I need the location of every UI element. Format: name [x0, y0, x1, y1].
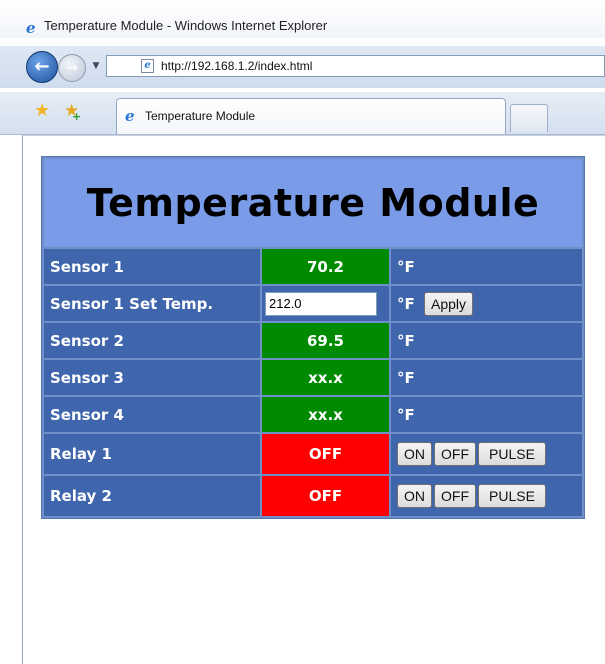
relay-2-off-button[interactable]: OFF — [434, 484, 476, 508]
window-titlebar: e Temperature Module - Windows Internet … — [0, 0, 605, 38]
set-temp-controls: °F Apply — [391, 286, 582, 321]
sensor-4-value: xx.x — [262, 397, 389, 432]
relay-2-controls: ON OFF PULSE — [391, 476, 582, 516]
address-url[interactable]: http://192.168.1.2/index.html — [161, 59, 312, 73]
back-arrow-icon[interactable]: ← — [26, 51, 58, 83]
sensor-1-set-row: Sensor 1 Set Temp. °F Apply — [44, 286, 582, 321]
sensor-3-value: xx.x — [262, 360, 389, 395]
apply-button[interactable]: Apply — [423, 291, 474, 316]
address-bar[interactable]: e http://192.168.1.2/index.html — [106, 55, 605, 77]
relay-1-off-button[interactable]: OFF — [434, 442, 476, 466]
sensor-1-row: Sensor 1 70.2 °F — [44, 249, 582, 284]
row-label: Sensor 3 — [44, 360, 260, 395]
sensor-2-value: 69.5 — [262, 323, 389, 358]
unit-label: °F — [391, 397, 582, 432]
page-icon: e — [141, 59, 154, 73]
sensor-4-row: Sensor 4 xx.x °F — [44, 397, 582, 432]
tab-bar: ★ ★ + e Temperature Module — [0, 92, 605, 135]
relay-2-row: Relay 2 OFF ON OFF PULSE — [44, 476, 582, 516]
relay-1-on-button[interactable]: ON — [397, 442, 432, 466]
set-temp-input[interactable] — [265, 291, 377, 316]
ie-logo-icon: e — [26, 19, 36, 37]
relay-2-status: OFF — [262, 476, 389, 516]
row-label: Sensor 2 — [44, 323, 260, 358]
tab-temperature-module[interactable]: e Temperature Module — [116, 98, 506, 134]
relay-1-status: OFF — [262, 434, 389, 474]
unit-label: °F — [391, 323, 582, 358]
relay-1-row: Relay 1 OFF ON OFF PULSE — [44, 434, 582, 474]
module-header: Temperature Module — [44, 159, 582, 247]
sensor-3-row: Sensor 3 xx.x °F — [44, 360, 582, 395]
row-label: Sensor 4 — [44, 397, 260, 432]
relay-2-on-button[interactable]: ON — [397, 484, 432, 508]
tab-label: Temperature Module — [145, 109, 256, 123]
unit-label: °F — [397, 294, 415, 313]
add-favorite-icon[interactable]: ★ + — [64, 102, 81, 123]
window-title: Temperature Module - Windows Internet Ex… — [44, 18, 328, 33]
forward-arrow-icon[interactable]: → — [58, 54, 86, 82]
chevron-down-icon[interactable]: ▼ — [90, 60, 102, 72]
relay-1-pulse-button[interactable]: PULSE — [478, 442, 546, 466]
set-temp-cell — [262, 286, 389, 321]
relay-2-pulse-button[interactable]: PULSE — [478, 484, 546, 508]
relay-1-controls: ON OFF PULSE — [391, 434, 582, 474]
new-tab-button[interactable] — [510, 104, 548, 132]
sensor-2-row: Sensor 2 69.5 °F — [44, 323, 582, 358]
sensor-1-value: 70.2 — [262, 249, 389, 284]
page-viewport: Temperature Module Sensor 1 70.2 °F Sens… — [22, 135, 605, 664]
row-label: Relay 1 — [44, 434, 260, 474]
unit-label: °F — [391, 360, 582, 395]
page-title: Temperature Module — [86, 181, 540, 225]
module-table: Temperature Module Sensor 1 70.2 °F Sens… — [41, 156, 585, 519]
navigation-bar: ← → ▼ e http://192.168.1.2/index.html — [0, 46, 605, 88]
row-label: Sensor 1 Set Temp. — [44, 286, 260, 321]
ie-logo-icon: e — [125, 107, 135, 125]
star-icon[interactable]: ★ — [34, 102, 50, 120]
row-label: Sensor 1 — [44, 249, 260, 284]
unit-label: °F — [391, 249, 582, 284]
row-label: Relay 2 — [44, 476, 260, 516]
